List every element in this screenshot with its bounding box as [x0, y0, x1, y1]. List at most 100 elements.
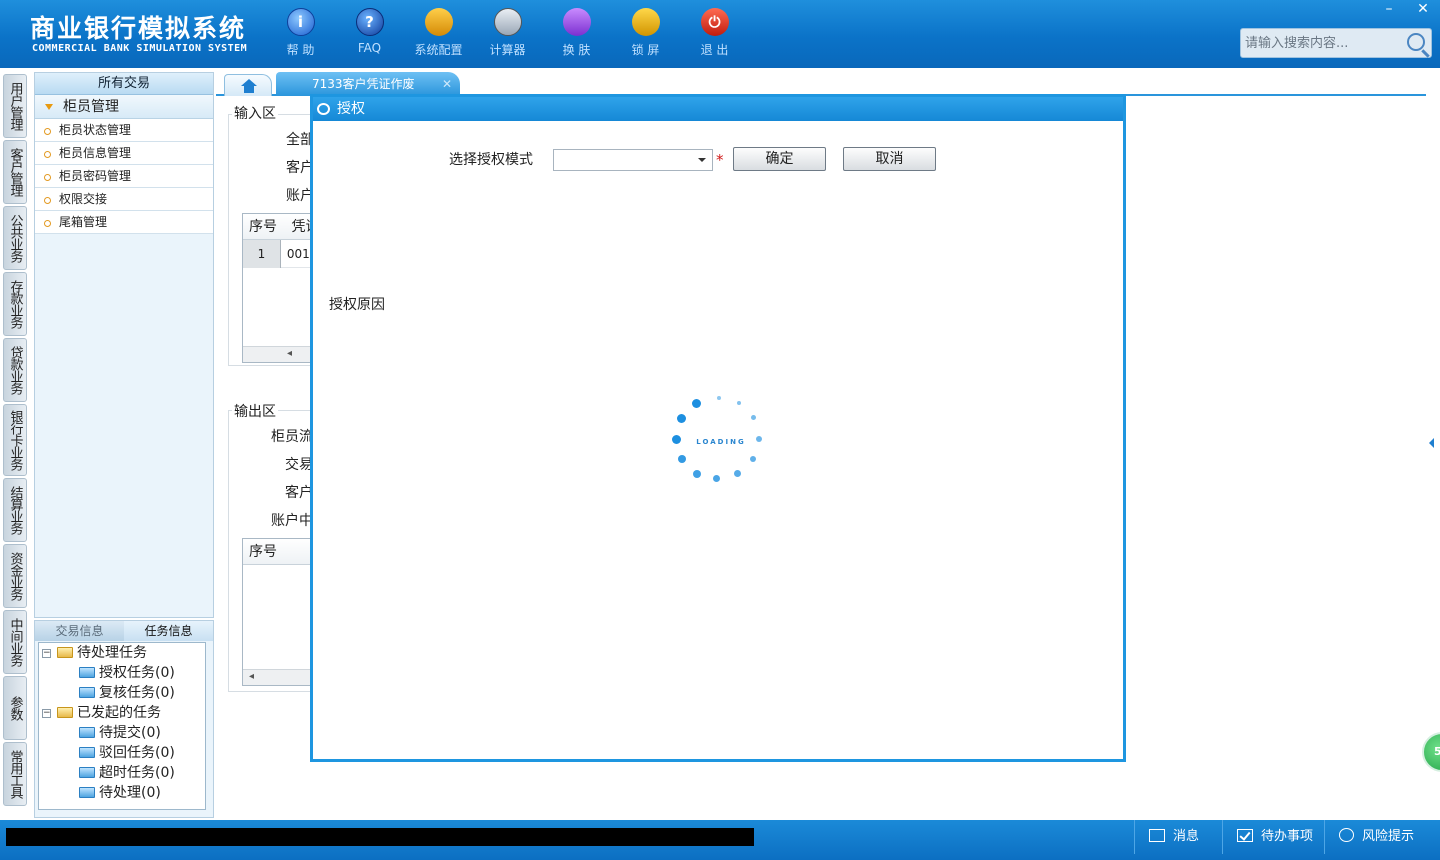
collapse-icon[interactable]: − [42, 649, 51, 658]
dialog-title: 授权 [337, 101, 365, 117]
menu-item-teller-password[interactable]: 柜员密码管理 [35, 165, 213, 188]
search-box [1240, 28, 1432, 58]
tree-node-pending[interactable]: − 待处理任务 [39, 643, 205, 663]
folder-icon [79, 767, 95, 778]
mail-icon [1149, 829, 1165, 842]
vtab-customer-management[interactable]: 客户管理 [3, 140, 27, 204]
tree-node-rejected[interactable]: 驳回任务(0) [39, 743, 205, 763]
chevron-down-icon [698, 158, 706, 162]
change-skin-label: 换 肤 [562, 43, 591, 57]
tab-transaction-info[interactable]: 交易信息 [35, 621, 124, 641]
grid-header-index: 序号 [249, 219, 277, 235]
dialog-titlebar[interactable]: 授权 [313, 97, 1123, 121]
main-tab-bar: 7133客户凭证作废 ✕ [216, 72, 1426, 96]
search-icon[interactable] [1407, 33, 1425, 51]
vtab-loan-business[interactable]: 贷款业务 [3, 338, 27, 402]
spinner-dot [693, 470, 701, 478]
vtab-fund-business[interactable]: 资金业务 [3, 544, 27, 608]
status-messages-button[interactable]: 消息 [1134, 820, 1222, 854]
speech-bubble-icon [1339, 828, 1354, 842]
confirm-button[interactable]: 确定 [733, 147, 826, 171]
task-tree: − 待处理任务 授权任务(0) 复核任务(0) − 已发起的任务 待提交(0) … [38, 642, 206, 810]
spinner-dot [713, 475, 720, 482]
group-teller-management[interactable]: 柜员管理 [35, 95, 213, 119]
exit-button[interactable]: ⏻ 退 出 [680, 8, 749, 58]
menu-item-permission-handover[interactable]: 权限交接 [35, 188, 213, 211]
status-todo-button[interactable]: 待办事项 [1222, 820, 1324, 854]
change-skin-button[interactable]: 换 肤 [542, 8, 611, 58]
tree-node-auth-tasks[interactable]: 授权任务(0) [39, 663, 205, 683]
folder-icon [79, 727, 95, 738]
tree-node-initiated[interactable]: − 已发起的任务 [39, 703, 205, 723]
menu-item-teller-info[interactable]: 柜员信息管理 [35, 142, 213, 165]
output-area-title: 输出区 [232, 401, 278, 421]
tree-label: 超时任务(0) [99, 765, 175, 781]
tab-home[interactable] [224, 74, 272, 96]
collapse-right-panel-icon[interactable] [1427, 420, 1437, 466]
checkbox-icon [1237, 829, 1253, 842]
status-messages-label: 消息 [1173, 829, 1200, 844]
tree-label: 待处理任务 [77, 645, 147, 661]
app-header: 商业银行模拟系统 COMMERCIAL BANK SIMULATION SYST… [0, 0, 1440, 68]
tree-label: 待提交(0) [99, 725, 161, 741]
scroll-left-icon[interactable]: ◂ [249, 671, 254, 682]
field-label-customer-out: 客户 [285, 485, 313, 501]
scroll-left-icon[interactable]: ◂ [287, 348, 292, 359]
vtab-public-business[interactable]: 公共业务 [3, 206, 27, 270]
help-button[interactable]: i 帮 助 [266, 8, 335, 58]
exit-label: 退 出 [700, 43, 729, 57]
app-title: 商业银行模拟系统 [30, 14, 247, 43]
dialog-app-icon [317, 103, 330, 115]
transaction-panel-header: 所有交易 [35, 73, 213, 95]
loading-text: LOADING [696, 438, 746, 446]
tree-label: 授权任务(0) [99, 665, 175, 681]
minimize-button[interactable]: – [1372, 0, 1406, 20]
tree-label: 待处理(0) [99, 785, 161, 801]
help-label: 帮 助 [286, 43, 315, 57]
tree-node-timeout[interactable]: 超时任务(0) [39, 763, 205, 783]
tree-node-to-process[interactable]: 待处理(0) [39, 783, 205, 803]
spinner-dot [717, 396, 721, 400]
calculator-button[interactable]: 计算器 [473, 8, 542, 58]
status-todo-label: 待办事项 [1261, 829, 1314, 844]
collapse-icon[interactable]: − [42, 709, 51, 718]
tab-voucher-void-label: 7133客户凭证作废 [312, 77, 415, 91]
cancel-button[interactable]: 取消 [843, 147, 936, 171]
system-config-button[interactable]: 系统配置 [404, 8, 473, 58]
field-label-account-out: 账户中 [271, 513, 313, 529]
calculator-icon [493, 8, 522, 36]
required-marker: * [716, 151, 724, 169]
vtab-common-tools[interactable]: 常用工具 [3, 742, 27, 806]
tree-node-to-submit[interactable]: 待提交(0) [39, 723, 205, 743]
vtab-intermediary-business[interactable]: 中间业务 [3, 610, 27, 674]
tab-task-info[interactable]: 任务信息 [124, 621, 213, 641]
vtab-bank-card-business[interactable]: 银行卡业务 [3, 404, 27, 476]
authorization-dialog: 授权 选择授权模式 * 确定 取消 授权原因 LOADING [310, 94, 1126, 762]
grid-header-index: 序号 [249, 544, 277, 560]
tree-node-review-tasks[interactable]: 复核任务(0) [39, 683, 205, 703]
faq-label: FAQ [357, 41, 382, 55]
spinner-dot [692, 399, 701, 408]
close-icon[interactable]: ✕ [442, 72, 452, 96]
menu-item-teller-status[interactable]: 柜员状态管理 [35, 119, 213, 142]
toolbox-icon [424, 8, 453, 36]
app-subtitle: COMMERCIAL BANK SIMULATION SYSTEM [32, 43, 248, 54]
loading-spinner: LOADING [671, 393, 771, 493]
status-risk-label: 风险提示 [1362, 829, 1415, 844]
folder-icon [79, 787, 95, 798]
tab-voucher-void[interactable]: 7133客户凭证作废 ✕ [276, 72, 460, 96]
search-input[interactable] [1241, 29, 1401, 57]
system-config-label: 系统配置 [414, 43, 463, 57]
vtab-parameters[interactable]: 参数 [3, 676, 27, 740]
close-window-button[interactable]: ✕ [1406, 0, 1440, 20]
status-risk-button[interactable]: 风险提示 [1324, 820, 1440, 854]
menu-item-tail-box[interactable]: 尾箱管理 [35, 211, 213, 234]
vtab-user-management[interactable]: 用户管理 [3, 74, 27, 138]
vtab-settlement-business[interactable]: 结算业务 [3, 478, 27, 542]
vtab-deposit-business[interactable]: 存款业务 [3, 272, 27, 336]
lock-screen-button[interactable]: 锁 屏 [611, 8, 680, 58]
spinner-dot [737, 401, 741, 405]
faq-button[interactable]: ? FAQ [335, 8, 404, 58]
auth-mode-select[interactable] [553, 149, 713, 171]
spinner-dot [751, 415, 756, 420]
